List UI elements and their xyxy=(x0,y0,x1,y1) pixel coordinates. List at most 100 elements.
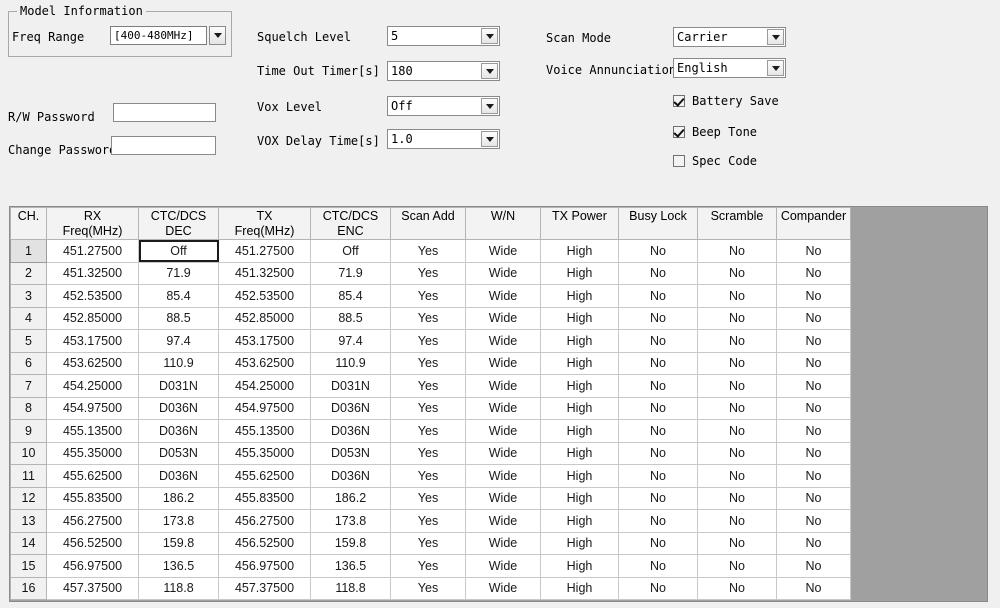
channel-number-cell[interactable]: 6 xyxy=(10,351,47,375)
table-row[interactable]: 8 454.97500 D036N 454.97500 D036N Yes Wide High… xyxy=(10,396,851,420)
table-cell[interactable]: No xyxy=(697,441,777,465)
channel-number-cell[interactable]: 3 xyxy=(10,284,47,308)
table-cell[interactable]: 453.17500 xyxy=(218,329,311,353)
table-cell[interactable]: No xyxy=(618,306,698,330)
table-cell[interactable]: 186.2 xyxy=(138,486,219,510)
table-cell[interactable]: 110.9 xyxy=(138,351,219,375)
table-cell[interactable]: D053N xyxy=(310,441,391,465)
table-cell[interactable]: High xyxy=(540,329,619,353)
table-cell[interactable]: Wide xyxy=(465,374,541,398)
table-cell[interactable]: 88.5 xyxy=(138,306,219,330)
table-cell[interactable]: High xyxy=(540,509,619,533)
table-cell[interactable]: Yes xyxy=(390,576,466,600)
table-row[interactable]: 9 455.13500 D036N 455.13500 D036N Yes Wide High… xyxy=(10,419,851,443)
table-cell[interactable]: No xyxy=(618,284,698,308)
table-cell[interactable]: No xyxy=(776,351,851,375)
table-cell[interactable]: 455.83500 xyxy=(46,486,139,510)
column-header-busy-lock[interactable]: Busy Lock xyxy=(618,207,698,240)
table-cell[interactable]: 159.8 xyxy=(310,531,391,555)
table-row[interactable]: 13 456.27500 173.8 456.27500 173.8 Yes Wide Hig… xyxy=(10,509,851,533)
table-cell[interactable]: Yes xyxy=(390,531,466,555)
table-cell[interactable]: 455.35000 xyxy=(218,441,311,465)
table-cell[interactable]: No xyxy=(776,306,851,330)
table-cell[interactable]: No xyxy=(618,441,698,465)
table-cell[interactable]: No xyxy=(776,486,851,510)
table-cell[interactable]: 453.17500 xyxy=(46,329,139,353)
table-cell[interactable]: 85.4 xyxy=(138,284,219,308)
column-header-ctc-dcs[interactable]: CTC/DCS DEC xyxy=(138,207,219,240)
table-cell[interactable]: No xyxy=(618,239,698,263)
table-cell[interactable]: No xyxy=(776,239,851,263)
table-cell[interactable]: Yes xyxy=(390,284,466,308)
table-cell[interactable]: High xyxy=(540,396,619,420)
table-cell[interactable]: Yes xyxy=(390,419,466,443)
table-cell[interactable]: No xyxy=(697,509,777,533)
channel-number-cell[interactable]: 8 xyxy=(10,396,47,420)
channel-number-cell[interactable]: 2 xyxy=(10,261,47,285)
table-cell[interactable]: Wide xyxy=(465,306,541,330)
scan-mode-dropdown[interactable]: Carrier xyxy=(673,27,786,47)
table-cell[interactable]: D031N xyxy=(138,374,219,398)
table-cell[interactable]: 159.8 xyxy=(138,531,219,555)
table-cell[interactable]: D031N xyxy=(310,374,391,398)
table-cell[interactable]: 456.27500 xyxy=(46,509,139,533)
table-cell[interactable]: High xyxy=(540,531,619,555)
table-cell[interactable]: High xyxy=(540,306,619,330)
channel-number-cell[interactable]: 12 xyxy=(10,486,47,510)
table-cell[interactable]: High xyxy=(540,464,619,488)
table-cell[interactable]: 452.85000 xyxy=(218,306,311,330)
table-cell[interactable]: Yes xyxy=(390,261,466,285)
table-cell[interactable]: No xyxy=(618,554,698,578)
table-row[interactable]: 4 452.85000 88.5 452.85000 88.5 Yes Wide High No… xyxy=(10,306,851,330)
table-cell[interactable]: Yes xyxy=(390,239,466,263)
column-header-rx[interactable]: RX Freq(MHz) xyxy=(46,207,139,240)
table-cell[interactable]: 452.53500 xyxy=(218,284,311,308)
table-cell[interactable]: No xyxy=(697,396,777,420)
table-cell[interactable]: 454.25000 xyxy=(218,374,311,398)
table-cell[interactable]: 453.62500 xyxy=(46,351,139,375)
column-header-scan-add[interactable]: Scan Add xyxy=(390,207,466,240)
table-cell[interactable]: 451.32500 xyxy=(46,261,139,285)
table-cell[interactable]: No xyxy=(697,306,777,330)
table-cell[interactable]: 136.5 xyxy=(138,554,219,578)
table-cell[interactable]: 97.4 xyxy=(138,329,219,353)
voice-annunciation-dropdown[interactable]: English xyxy=(673,58,786,78)
table-cell[interactable]: 452.53500 xyxy=(46,284,139,308)
checkmark-icon[interactable] xyxy=(673,126,685,138)
table-cell[interactable]: No xyxy=(776,374,851,398)
table-cell[interactable]: No xyxy=(618,486,698,510)
vox-level-dropdown[interactable]: Off xyxy=(387,96,500,116)
table-cell[interactable]: No xyxy=(776,284,851,308)
table-cell[interactable]: 71.9 xyxy=(138,261,219,285)
table-cell[interactable]: 455.13500 xyxy=(46,419,139,443)
column-header-tx[interactable]: TX Freq(MHz) xyxy=(218,207,311,240)
table-cell[interactable]: 454.25000 xyxy=(46,374,139,398)
table-cell[interactable]: No xyxy=(618,351,698,375)
table-cell[interactable]: No xyxy=(776,576,851,600)
table-cell[interactable]: Wide xyxy=(465,441,541,465)
table-cell[interactable]: Off xyxy=(310,239,391,263)
channel-table[interactable]: CH. RX Freq(MHz) CTC/DCS DEC TX Freq(MHz) CTC/D… xyxy=(10,207,851,600)
table-cell[interactable]: No xyxy=(697,419,777,443)
checkbox-battery-save[interactable]: Battery Save xyxy=(673,95,779,107)
channel-table-body[interactable]: 1 451.27500 Off 451.27500 Off Yes Wide High No No… xyxy=(10,239,851,600)
table-cell[interactable]: Wide xyxy=(465,351,541,375)
table-row[interactable]: 11 455.62500 D036N 455.62500 D036N Yes Wide Hig… xyxy=(10,464,851,488)
table-cell[interactable]: 118.8 xyxy=(138,576,219,600)
table-cell[interactable]: 173.8 xyxy=(138,509,219,533)
channel-number-cell[interactable]: 5 xyxy=(10,329,47,353)
table-cell[interactable]: High xyxy=(540,239,619,263)
table-row[interactable]: 10 455.35000 D053N 455.35000 D053N Yes Wide Hig… xyxy=(10,441,851,465)
table-cell[interactable]: 455.62500 xyxy=(218,464,311,488)
change-password-input[interactable] xyxy=(111,136,216,155)
squelch-level-dropdown[interactable]: 5 xyxy=(387,26,500,46)
table-cell[interactable]: No xyxy=(618,531,698,555)
table-cell[interactable]: No xyxy=(618,329,698,353)
table-cell[interactable]: 88.5 xyxy=(310,306,391,330)
table-cell[interactable]: 118.8 xyxy=(310,576,391,600)
table-cell[interactable]: D036N xyxy=(310,396,391,420)
table-cell[interactable]: 456.52500 xyxy=(218,531,311,555)
table-cell[interactable]: 456.97500 xyxy=(46,554,139,578)
chevron-down-icon[interactable] xyxy=(481,63,498,79)
table-cell[interactable]: No xyxy=(697,239,777,263)
